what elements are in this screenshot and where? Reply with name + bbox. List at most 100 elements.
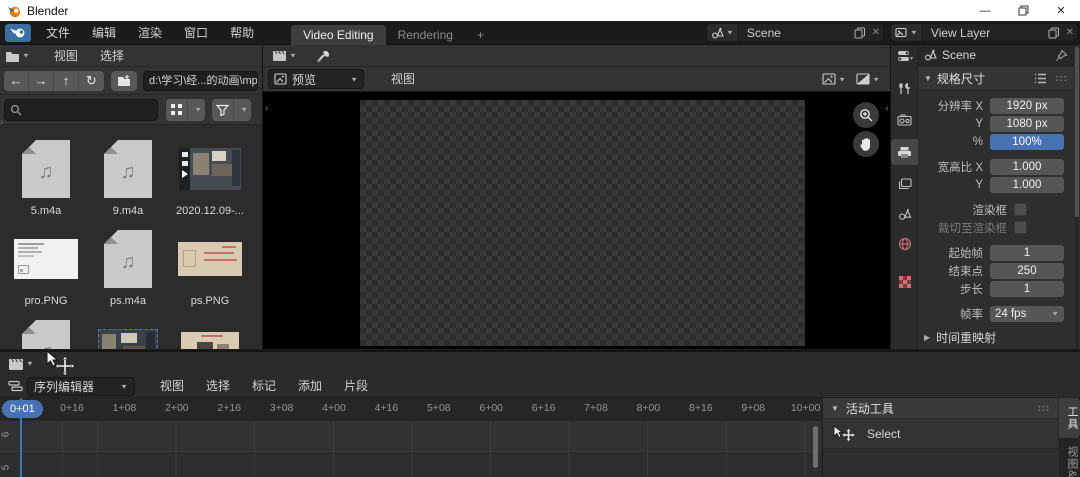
panel-drag-handle[interactable] <box>1055 75 1068 82</box>
prop-dropdown[interactable]: 24 fps ▼ <box>990 305 1064 322</box>
region-expand-arrow[interactable]: › <box>0 117 3 128</box>
properties-scrollbar[interactable] <box>1075 47 1079 347</box>
file-item-ps.PNG[interactable]: ps.PNG <box>169 227 251 317</box>
view-layer-name[interactable]: View Layer <box>923 26 1045 40</box>
scene-browse-segment[interactable]: ▼ <box>707 24 739 41</box>
zoom-button[interactable] <box>853 102 879 128</box>
file-item-ps.m4a[interactable]: ♫ ps.m4a <box>87 227 169 317</box>
pin-icon[interactable] <box>1055 48 1068 62</box>
menu-视图[interactable]: 视图 <box>149 374 195 398</box>
region-expand-arrow[interactable]: › <box>265 103 268 114</box>
presets-icon[interactable] <box>1034 73 1047 84</box>
file-item[interactable] <box>87 317 169 349</box>
channel-row-5[interactable] <box>0 451 821 477</box>
sequencer-view-type-dropdown[interactable]: 序列编辑器 ▼ <box>27 376 135 396</box>
prop-checkbox[interactable] <box>1014 203 1027 216</box>
menu-文件[interactable]: 文件 <box>35 21 81 45</box>
maximize-button[interactable] <box>1004 0 1042 21</box>
forward-button[interactable]: → <box>29 70 54 91</box>
menu-帮助[interactable]: 帮助 <box>219 21 265 45</box>
tab-render[interactable] <box>891 107 918 133</box>
timeline-tracks[interactable]: 65 <box>0 421 821 477</box>
close-button[interactable]: ✕ <box>1042 0 1080 21</box>
menu-编辑[interactable]: 编辑 <box>81 21 127 45</box>
file-item[interactable]: ♫ <box>5 317 87 349</box>
preview-display-mode[interactable]: 预览 ▼ <box>268 69 364 89</box>
editor-type-button[interactable]: ▾ <box>891 45 918 67</box>
timeline-ruler[interactable]: 0+01 0+16 1+08 2+00 2+16 3+08 4+00 4+16 5+08 6+0… <box>0 398 821 421</box>
scene-name[interactable]: Scene <box>739 26 851 40</box>
view-layer-browse-segment[interactable]: ▼ <box>891 24 923 41</box>
prop-value-field[interactable]: 1.000 <box>990 158 1064 175</box>
editor-type-button[interactable]: ▼ <box>267 49 302 62</box>
collapsed-panel-时间重映射[interactable]: ▶ 时间重映射 <box>918 328 1074 346</box>
channel-row-6[interactable] <box>0 421 821 451</box>
region-collapse-arrow[interactable]: ‹ <box>886 103 889 114</box>
file-item[interactable] <box>169 317 251 349</box>
new-view-layer-icon[interactable] <box>1045 27 1063 39</box>
menu-窗口[interactable]: 窗口 <box>173 21 219 45</box>
preview-viewport[interactable]: › ‹ <box>263 93 890 349</box>
timeline-scrollbar[interactable] <box>813 426 818 468</box>
panel-drag-handle[interactable] <box>1037 404 1050 412</box>
prop-value-field[interactable]: 1080 px <box>990 115 1064 132</box>
overlays-button[interactable]: ▼ <box>851 73 885 85</box>
filter-icon[interactable] <box>212 98 235 121</box>
tab-view-layer[interactable] <box>891 171 918 197</box>
workspace-tab-Video Editing[interactable]: Video Editing <box>291 24 386 45</box>
timeline[interactable]: 0+01 0+16 1+08 2+00 2+16 3+08 4+00 4+16 5+08 6+0… <box>0 398 821 477</box>
tab-output[interactable] <box>891 139 918 165</box>
blender-menu-button[interactable] <box>5 23 31 42</box>
editor-type-button[interactable]: ▼ <box>8 357 39 371</box>
file-item-pro.PNG[interactable]: pro.PNG <box>5 227 87 317</box>
search-input[interactable] <box>4 98 159 121</box>
menu-片段[interactable]: 片段 <box>333 374 379 398</box>
prop-value-field[interactable]: 250 <box>990 262 1064 279</box>
workspace-tab-+[interactable]: + <box>465 25 496 45</box>
menu-选择[interactable]: 选择 <box>195 374 241 398</box>
minimize-button[interactable]: — <box>966 0 1004 21</box>
display-channels-button[interactable]: ▼ <box>817 73 851 85</box>
thumbnail-view-button[interactable] <box>166 98 189 121</box>
prop-value-field[interactable]: 1 <box>990 244 1064 261</box>
menu-视图[interactable]: 视图 <box>43 44 89 68</box>
file-item-9.m4a[interactable]: ♫ 9.m4a <box>87 137 169 227</box>
filter-dropdown[interactable]: ▼ <box>234 99 251 121</box>
menu-渲染[interactable]: 渲染 <box>127 21 173 45</box>
active-tool-header[interactable]: ▼ 活动工具 <box>823 398 1058 419</box>
new-scene-icon[interactable] <box>851 27 869 39</box>
unlink-scene-icon[interactable]: ✕ <box>869 27 883 38</box>
view-layer-selector[interactable]: ▼ View Layer ✕ <box>890 23 1078 42</box>
sidebar-tab-工具[interactable]: 工具 <box>1059 398 1080 438</box>
file-item-2020.12.09-...[interactable]: 2020.12.09-... <box>169 137 251 227</box>
workspace-tab-Rendering[interactable]: Rendering <box>386 25 465 45</box>
menu-标记[interactable]: 标记 <box>241 374 287 398</box>
new-folder-button[interactable] <box>111 70 137 91</box>
prop-value-field[interactable]: 1 <box>990 280 1064 297</box>
prop-checkbox[interactable] <box>1014 221 1027 234</box>
prop-slider[interactable]: 100% <box>990 133 1064 150</box>
parent-dir-button[interactable]: ↑ <box>54 70 79 91</box>
path-field[interactable]: d:\学习\经...的动画\mp4\ <box>143 70 258 91</box>
pan-button[interactable] <box>853 131 879 157</box>
format-panel-header[interactable]: ▼ 规格尺寸 <box>918 68 1074 90</box>
tab-texture[interactable] <box>891 269 918 295</box>
scene-selector[interactable]: ▼ Scene ✕ <box>706 23 884 42</box>
prop-value-field[interactable]: 1920 px <box>990 97 1064 114</box>
file-item-5.m4a[interactable]: ♫ 5.m4a <box>5 137 87 227</box>
refresh-button[interactable]: ↻ <box>79 71 104 91</box>
display-mode-dropdown[interactable]: ▼ <box>188 99 205 121</box>
menu-选择[interactable]: 选择 <box>89 44 135 68</box>
sidebar-tab-视图&缓存[interactable]: 视图&缓存 <box>1059 438 1080 477</box>
active-tool-row[interactable]: Select <box>823 419 1058 449</box>
back-button[interactable]: ← <box>4 70 29 91</box>
tab-world[interactable] <box>891 231 918 257</box>
editor-type-button[interactable]: ▼ <box>0 50 35 62</box>
remove-view-layer-icon[interactable]: ✕ <box>1063 27 1077 38</box>
tab-tool[interactable] <box>891 75 918 101</box>
menu-视图[interactable]: 视图 <box>380 67 426 91</box>
current-frame-indicator[interactable]: 0+01 <box>2 400 43 418</box>
tab-scene[interactable] <box>891 201 918 227</box>
menu-添加[interactable]: 添加 <box>287 374 333 398</box>
prop-value-field[interactable]: 1.000 <box>990 176 1064 193</box>
